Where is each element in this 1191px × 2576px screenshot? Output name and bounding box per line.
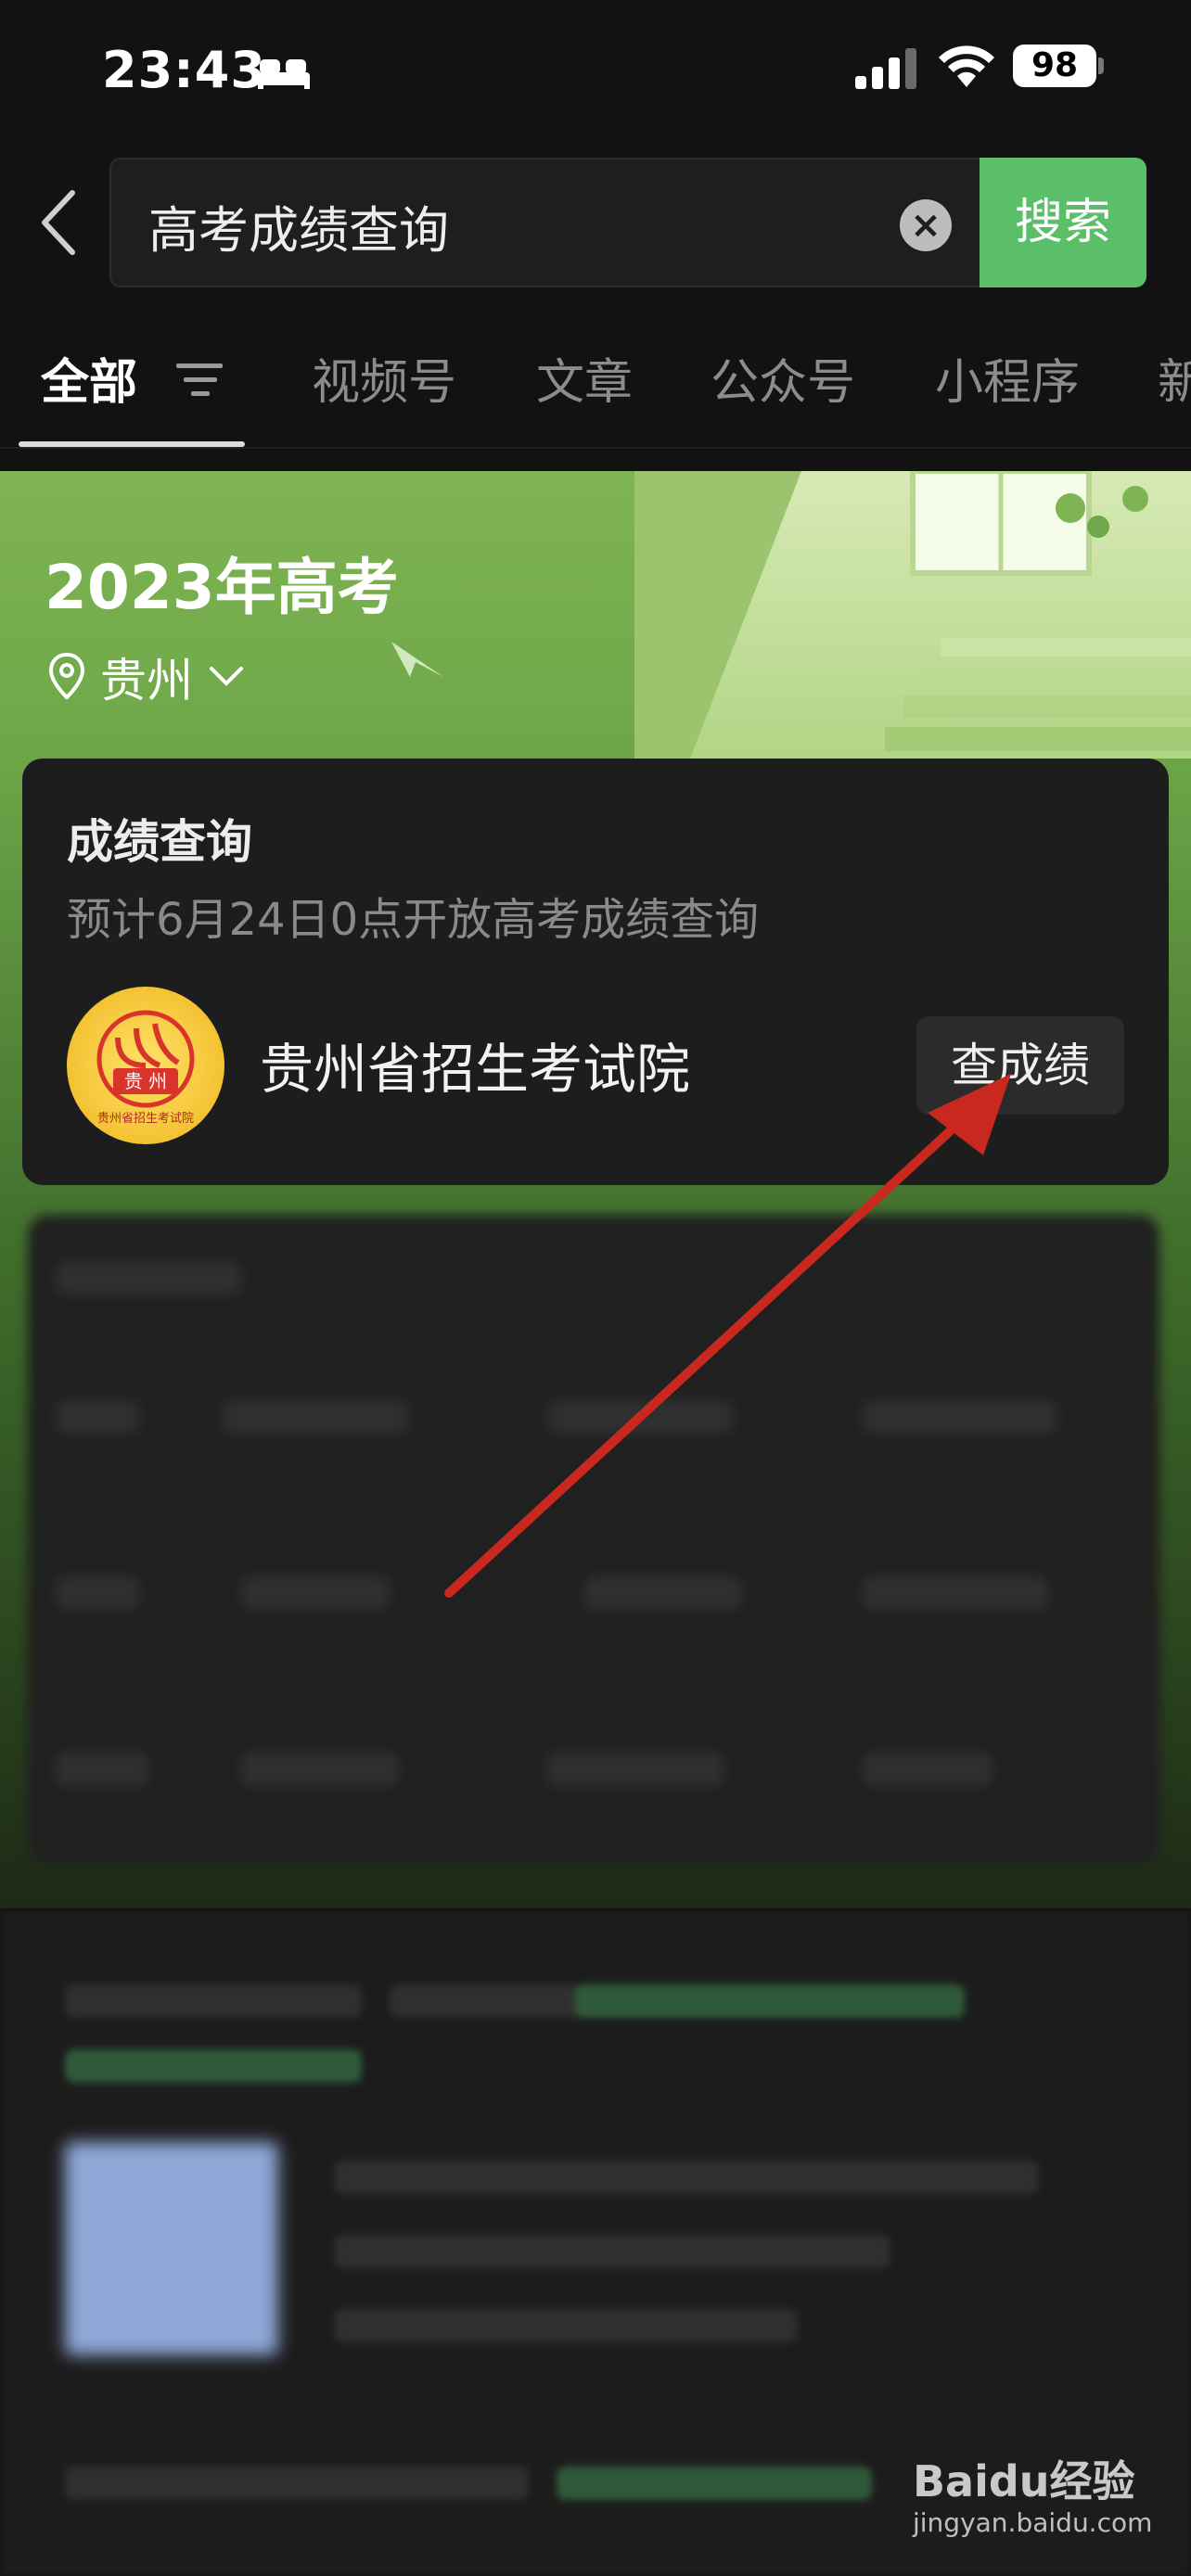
watermark-brand: Baidu经验 <box>913 2456 1135 2506</box>
baidu-watermark: Baidu经验 jingyan.baidu.com <box>913 2448 1172 2559</box>
watermark-url: jingyan.baidu.com <box>913 2507 1153 2538</box>
annotation-arrow <box>444 1074 1011 1598</box>
